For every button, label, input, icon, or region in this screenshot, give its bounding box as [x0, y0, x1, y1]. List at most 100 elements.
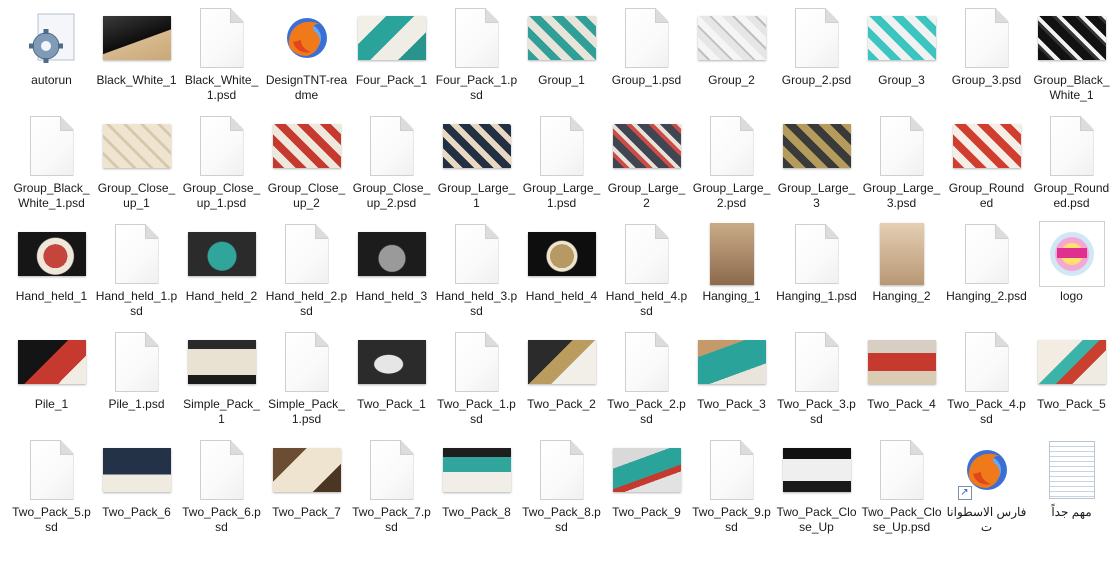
image-thumbnail [612, 114, 682, 178]
blank-file-icon [102, 330, 172, 394]
file-label: Pile_1 [34, 397, 69, 411]
file-item-four-pack-1[interactable]: Four_Pack_1 [349, 6, 434, 114]
blank-file-icon [187, 6, 257, 70]
file-item-two-pack-2-psd[interactable]: Two_Pack_2.psd [604, 330, 689, 438]
file-item-group-close-up-1-psd[interactable]: Group_Close_up_1.psd [179, 114, 264, 222]
file-label: Hand_held_4.psd [605, 289, 688, 318]
blank-file-icon [442, 6, 512, 70]
blank-file-icon [17, 438, 87, 502]
file-item-group-large-1[interactable]: Group_Large_1 [434, 114, 519, 222]
image-thumbnail-tall [697, 222, 767, 286]
file-item-group-black-white-1-psd[interactable]: Group_Black_White_1.psd [9, 114, 94, 222]
file-item-pile-1-psd[interactable]: Pile_1.psd [94, 330, 179, 438]
file-label: Two_Pack_5 [1037, 397, 1106, 411]
file-item-hand-held-2[interactable]: Hand_held_2 [179, 222, 264, 330]
file-item-hanging-1-psd[interactable]: Hanging_1.psd [774, 222, 859, 330]
file-item-hand-held-4[interactable]: Hand_held_4 [519, 222, 604, 330]
file-label: Group_Large_3.psd [862, 181, 941, 210]
file-item-hand-held-4-psd[interactable]: Hand_held_4.psd [604, 222, 689, 330]
file-item-designtnt-readme[interactable]: DesignTNT-readme [264, 6, 349, 114]
file-item-group-rounded[interactable]: Group_Rounded [944, 114, 1029, 222]
file-label: Black_White_1 [96, 73, 177, 87]
file-item-two-pack-4[interactable]: Two_Pack_4 [859, 330, 944, 438]
file-item-logo[interactable]: logo [1029, 221, 1114, 330]
image-thumbnail [102, 6, 172, 70]
file-item-group-large-2[interactable]: Group_Large_2 [604, 114, 689, 222]
file-item-two-pack-6[interactable]: Two_Pack_6 [94, 438, 179, 546]
file-label: Two_Pack_9 [612, 505, 681, 519]
file-item-hand-held-1[interactable]: Hand_held_1 [9, 222, 94, 330]
file-item-two-pack-3-psd[interactable]: Two_Pack_3.psd [774, 330, 859, 438]
blank-file-icon [102, 222, 172, 286]
file-item-two-pack-9-psd[interactable]: Two_Pack_9.psd [689, 438, 774, 546]
file-item-simple-pack-1-psd[interactable]: Simple_Pack_1.psd [264, 330, 349, 438]
file-item-pile-1[interactable]: Pile_1 [9, 330, 94, 438]
file-item-hand-held-1-psd[interactable]: Hand_held_1.psd [94, 222, 179, 330]
file-item-group-large-3-psd[interactable]: Group_Large_3.psd [859, 114, 944, 222]
file-item-group-close-up-2-psd[interactable]: Group_Close_up_2.psd [349, 114, 434, 222]
file-item-two-pack-6-psd[interactable]: Two_Pack_6.psd [179, 438, 264, 546]
file-label: Group_3.psd [951, 73, 1022, 87]
file-item-simple-pack-1[interactable]: Simple_Pack_1 [179, 330, 264, 438]
file-item-autorun[interactable]: autorun [9, 6, 94, 114]
file-item-group-large-2-psd[interactable]: Group_Large_2.psd [689, 114, 774, 222]
file-label: Black_White_1.psd [184, 73, 259, 102]
file-item-hanging-2[interactable]: Hanging_2 [859, 222, 944, 330]
file-item-two-pack-2[interactable]: Two_Pack_2 [519, 330, 604, 438]
file-item-مهم-جداً[interactable]: مهم جداً [1029, 438, 1114, 546]
file-label: Hand_held_1.psd [95, 289, 178, 318]
file-item-two-pack-1[interactable]: Two_Pack_1 [349, 330, 434, 438]
image-thumbnail [17, 330, 87, 394]
file-item-two-pack-5[interactable]: Two_Pack_5 [1029, 330, 1114, 438]
file-label: Two_Pack_5.psd [12, 505, 91, 534]
image-thumbnail [357, 330, 427, 394]
file-item-group-black-white-1[interactable]: Group_Black_White_1 [1029, 6, 1114, 114]
image-thumbnail [187, 222, 257, 286]
file-item-two-pack-close-up-psd[interactable]: Two_Pack_Close_Up.psd [859, 438, 944, 546]
file-label: Hand_held_3.psd [435, 289, 518, 318]
file-label: Pile_1.psd [108, 397, 165, 411]
file-item-فارس-الاسطوانات[interactable]: ↗ فارس الاسطوانات [944, 438, 1029, 546]
file-item-hanging-1[interactable]: Hanging_1 [689, 222, 774, 330]
file-label: Simple_Pack_1.psd [268, 397, 345, 426]
file-item-group-3-psd[interactable]: Group_3.psd [944, 6, 1029, 114]
file-label: autorun [31, 73, 72, 87]
file-label: Group_Black_White_1.psd [13, 181, 90, 210]
file-item-hanging-2-psd[interactable]: Hanging_2.psd [944, 222, 1029, 330]
file-item-two-pack-1-psd[interactable]: Two_Pack_1.psd [434, 330, 519, 438]
blank-file-icon [782, 222, 852, 286]
file-item-group-2-psd[interactable]: Group_2.psd [774, 6, 859, 114]
file-item-two-pack-8-psd[interactable]: Two_Pack_8.psd [519, 438, 604, 546]
file-item-group-1-psd[interactable]: Group_1.psd [604, 6, 689, 114]
image-thumbnail [527, 330, 597, 394]
file-label: مهم جداً [1051, 505, 1092, 519]
file-item-black-white-1-psd[interactable]: Black_White_1.psd [179, 6, 264, 114]
file-item-two-pack-close-up[interactable]: Two_Pack_Close_Up [774, 438, 859, 546]
file-item-two-pack-9[interactable]: Two_Pack_9 [604, 438, 689, 546]
file-item-hand-held-3-psd[interactable]: Hand_held_3.psd [434, 222, 519, 330]
file-item-group-close-up-2[interactable]: Group_Close_up_2 [264, 114, 349, 222]
file-item-four-pack-1-psd[interactable]: Four_Pack_1.psd [434, 6, 519, 114]
file-item-two-pack-3[interactable]: Two_Pack_3 [689, 330, 774, 438]
file-item-hand-held-2-psd[interactable]: Hand_held_2.psd [264, 222, 349, 330]
file-label: Two_Pack_3.psd [777, 397, 856, 426]
file-label: Hanging_2 [872, 289, 931, 303]
file-item-group-rounded-psd[interactable]: Group_Rounded.psd [1029, 114, 1114, 222]
file-label: Hand_held_4 [525, 289, 598, 303]
file-item-two-pack-4-psd[interactable]: Two_Pack_4.psd [944, 330, 1029, 438]
gear-document-icon [17, 6, 87, 70]
file-item-group-1[interactable]: Group_1 [519, 6, 604, 114]
file-label: Group_Large_2 [607, 181, 686, 210]
file-item-hand-held-3[interactable]: Hand_held_3 [349, 222, 434, 330]
file-item-two-pack-5-psd[interactable]: Two_Pack_5.psd [9, 438, 94, 546]
image-thumbnail [527, 6, 597, 70]
file-item-black-white-1[interactable]: Black_White_1 [94, 6, 179, 114]
file-item-two-pack-7[interactable]: Two_Pack_7 [264, 438, 349, 546]
file-item-two-pack-8[interactable]: Two_Pack_8 [434, 438, 519, 546]
file-item-two-pack-7-psd[interactable]: Two_Pack_7.psd [349, 438, 434, 546]
file-item-group-large-1-psd[interactable]: Group_Large_1.psd [519, 114, 604, 222]
file-item-group-close-up-1[interactable]: Group_Close_up_1 [94, 114, 179, 222]
file-item-group-large-3[interactable]: Group_Large_3 [774, 114, 859, 222]
file-item-group-2[interactable]: Group_2 [689, 6, 774, 114]
file-item-group-3[interactable]: Group_3 [859, 6, 944, 114]
